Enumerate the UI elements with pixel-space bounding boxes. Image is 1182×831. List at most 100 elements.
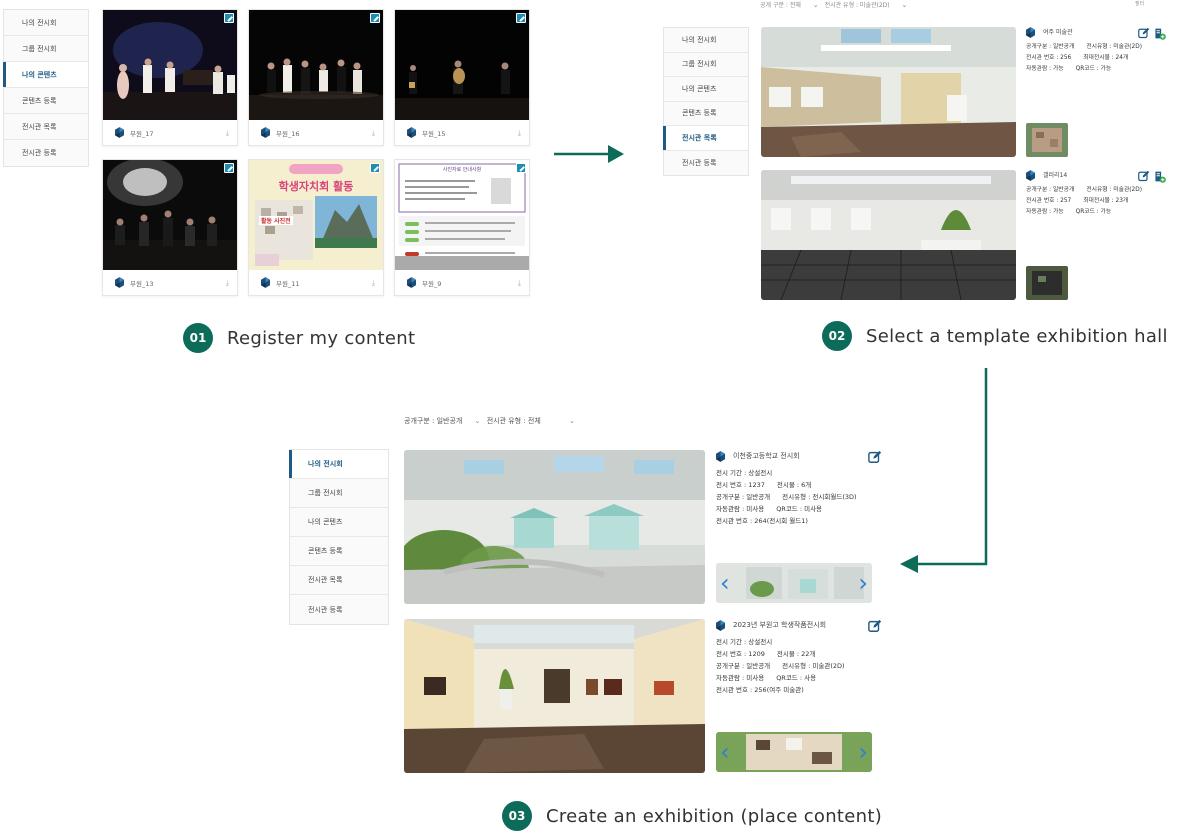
add-gallery-icon[interactable] xyxy=(1153,27,1166,40)
chevron-left-icon[interactable]: ‹ xyxy=(720,740,730,764)
sidebar-item-my-contents[interactable]: 나의 콘텐츠 xyxy=(290,508,388,537)
filter-hall-type[interactable]: 전시관 유형 : 미술관(2D) xyxy=(825,2,890,9)
download-icon[interactable]: ⤓ xyxy=(226,279,229,288)
content-name: 부원_15 xyxy=(422,129,446,138)
sidebar-item-group-exhibitions[interactable]: 그룹 전시회 xyxy=(4,36,88,62)
org-logo-icon xyxy=(1026,170,1035,181)
download-icon[interactable]: ⤓ xyxy=(518,129,521,138)
sidebar-item-my-exhibitions[interactable]: 나의 전시회 xyxy=(289,450,388,479)
chevron-left-icon[interactable]: ‹ xyxy=(720,571,730,595)
content-thumbnail: 사진자료 안내사항 xyxy=(395,160,529,270)
edit-icon[interactable] xyxy=(868,450,882,464)
sidebar-item-my-contents[interactable]: 나의 콘텐츠 xyxy=(664,77,748,102)
hall-preview-image[interactable] xyxy=(761,170,1016,300)
exhibition-period: 전시 기간 : 상설전시 xyxy=(716,468,773,477)
step2-sidebar: 나의 전시회 그룹 전시회 나의 콘텐츠 콘텐츠 등록 전시관 목록 전시관 등… xyxy=(663,27,749,176)
sidebar-item-my-exhibitions[interactable]: 나의 전시회 xyxy=(664,28,748,53)
content-card[interactable]: 사진자료 안내사항 0 부원_9 ⤓ xyxy=(394,159,530,296)
content-name: 부원_17 xyxy=(130,129,154,138)
arrow-icon xyxy=(900,368,988,573)
content-card[interactable]: 0 부원_15 ⤓ xyxy=(394,9,530,146)
edit-icon[interactable] xyxy=(224,13,234,23)
exhibition-carousel[interactable]: ‹ › xyxy=(716,563,872,603)
sidebar-item-my-contents[interactable]: 나의 콘텐츠 xyxy=(3,62,88,88)
exhibition-hall-number: 전시관 번호 : 256(여주 미술관) xyxy=(716,686,804,694)
exhibition-preview-image[interactable] xyxy=(404,450,705,604)
step-number: 02 xyxy=(822,321,852,351)
download-icon[interactable]: ⤓ xyxy=(226,129,229,138)
content-name: 부원_16 xyxy=(276,129,300,138)
org-logo-icon xyxy=(115,127,124,138)
content-thumbnail xyxy=(103,10,237,120)
org-logo-icon xyxy=(1026,27,1035,38)
hall-title: 여주 미술관 xyxy=(1043,29,1073,36)
hall-preview-image[interactable] xyxy=(761,27,1016,157)
sidebar-item-hall-list[interactable]: 전시관 목록 xyxy=(290,566,388,595)
edit-icon[interactable] xyxy=(224,163,234,173)
sidebar-item-group-exhibitions[interactable]: 그룹 전시회 xyxy=(290,479,388,508)
hall-auto-view: 자동관람 : 가능 xyxy=(1026,65,1064,72)
sidebar-item-content-register[interactable]: 콘텐츠 등록 xyxy=(290,537,388,566)
exhibition-item-count: 전시물 : 22개 xyxy=(776,649,816,658)
hall-qr: QR코드 : 가능 xyxy=(1075,65,1112,72)
filter-hall-type[interactable]: 전시관 유형 : 전체 xyxy=(487,417,541,425)
exhibition-visibility: 공개구분 : 일반공개 xyxy=(716,661,771,670)
exhibition-info: 이천중고등학교 전시회 전시 기간 : 상설전시 전시 번호 : 1237 전시물… xyxy=(716,450,857,527)
org-logo-icon xyxy=(716,451,725,462)
exhibition-number: 전시 번호 : 1209 xyxy=(716,649,765,658)
hall-floorplan-thumbnail[interactable] xyxy=(1026,123,1068,157)
hall-visibility: 공개구분 : 일반공개 xyxy=(1026,44,1075,51)
sidebar-item-hall-register[interactable]: 전시관 등록 xyxy=(4,140,88,166)
content-card[interactable]: 0 부원_17 ⤓ xyxy=(102,9,238,146)
filter-right[interactable]: 필터 xyxy=(1135,0,1144,7)
download-icon[interactable]: ⤓ xyxy=(518,279,521,288)
exhibition-preview-image[interactable] xyxy=(404,619,705,773)
edit-icon[interactable] xyxy=(516,163,526,173)
sidebar-item-hall-register[interactable]: 전시관 등록 xyxy=(290,595,388,624)
exhibition-qr: QR코드 : 사용 xyxy=(776,673,817,682)
sidebar-item-content-register[interactable]: 콘텐츠 등록 xyxy=(664,101,748,126)
sidebar-item-content-register[interactable]: 콘텐츠 등록 xyxy=(4,88,88,114)
download-icon[interactable]: ⤓ xyxy=(372,129,375,138)
step3-filters: 공개구분 : 일반공개 ⌄ 전시관 유형 : 전체 ⌄ xyxy=(404,416,579,426)
sidebar-item-hall-list[interactable]: 전시관 목록 xyxy=(663,126,748,151)
chevron-down-icon: ⌄ xyxy=(569,417,575,425)
edit-icon[interactable] xyxy=(516,13,526,23)
exhibition-qr: QR코드 : 미사용 xyxy=(776,504,823,513)
sidebar-item-hall-register[interactable]: 전시관 등록 xyxy=(664,150,748,175)
edit-icon[interactable] xyxy=(1138,170,1150,182)
edit-icon[interactable] xyxy=(370,163,380,173)
chevron-right-icon[interactable]: › xyxy=(858,571,868,595)
poster-title: 학생자치회 활동 xyxy=(278,180,354,193)
edit-icon[interactable] xyxy=(868,619,882,633)
step-number: 03 xyxy=(502,801,532,831)
download-icon[interactable]: ⤓ xyxy=(372,279,375,288)
content-card[interactable]: 0 부원_13 ⤓ xyxy=(102,159,238,296)
edit-icon[interactable] xyxy=(370,13,380,23)
content-card[interactable]: 학생자치회 활동 활동 사진전 0 부원_11 ⤓ xyxy=(248,159,384,296)
content-name: 부원_13 xyxy=(130,279,154,288)
chevron-down-icon: ⌄ xyxy=(474,417,481,425)
add-gallery-icon[interactable] xyxy=(1153,170,1166,183)
exhibition-carousel[interactable]: ‹ › xyxy=(716,732,872,772)
hall-max-items: 최대전시물 : 24개 xyxy=(1083,54,1129,61)
sidebar-item-hall-list[interactable]: 전시관 목록 xyxy=(4,114,88,140)
edit-icon[interactable] xyxy=(1138,27,1150,39)
hall-type: 전시유형 : 미술관(2D) xyxy=(1086,44,1142,51)
chevron-right-icon[interactable]: › xyxy=(858,740,868,764)
step-label: Select a template exhibition hall xyxy=(866,325,1168,347)
hall-floorplan-thumbnail[interactable] xyxy=(1026,266,1068,300)
exhibition-auto-view: 자동관람 : 미사용 xyxy=(716,504,765,513)
sidebar-item-my-exhibitions[interactable]: 나의 전시회 xyxy=(4,10,88,36)
step-1: 01 Register my content xyxy=(183,323,415,353)
step-label: Create an exhibition (place content) xyxy=(546,805,883,827)
hall-title: 갤러리14 xyxy=(1043,172,1068,179)
content-thumbnail xyxy=(103,160,237,270)
filter-visibility[interactable]: 공개 구분 : 전체 xyxy=(760,2,801,9)
filter-visibility[interactable]: 공개구분 : 일반공개 xyxy=(404,417,462,425)
hall-qr: QR코드 : 가능 xyxy=(1075,208,1112,215)
content-card[interactable]: 0 부원_16 ⤓ xyxy=(248,9,384,146)
sidebar-item-group-exhibitions[interactable]: 그룹 전시회 xyxy=(664,52,748,77)
content-name: 부원_11 xyxy=(276,279,300,288)
arrow-icon xyxy=(554,145,624,163)
